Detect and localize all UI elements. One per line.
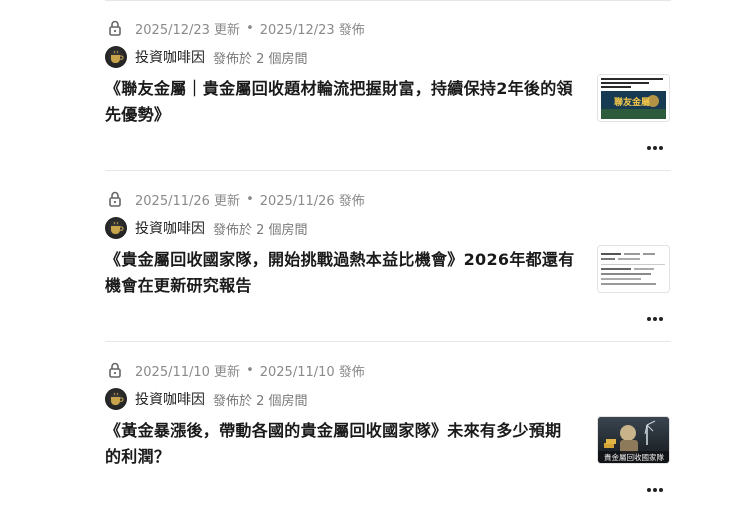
post-feed: 2025/12/23 更新 • 2025/12/23 發佈 投資咖啡因 發佈於 … [105, 0, 671, 512]
published-date: 2025/11/10 發佈 [259, 364, 365, 380]
lock-icon [109, 20, 121, 36]
author-row: 投資咖啡因 發佈於 2 個房間 [105, 217, 308, 239]
lock-icon [109, 191, 121, 207]
post-title[interactable]: 《聯友金屬｜貴金屬回收題材輪流把握財富，持續保持2年後的領先優勢》 [105, 76, 577, 128]
lock-icon [109, 362, 121, 378]
avatar[interactable] [105, 46, 127, 68]
post-thumbnail[interactable] [597, 245, 670, 293]
more-options-icon[interactable] [643, 136, 667, 160]
room-info: 發佈於 2 個房間 [213, 393, 308, 409]
meta-separator: • [246, 191, 254, 207]
author-row: 投資咖啡因 發佈於 2 個房間 [105, 388, 308, 410]
thumbnail-graphic: 貴金屬回收國家隊 [598, 417, 669, 463]
thumbnail-graphic: 聯友金屬 [598, 75, 669, 121]
post-meta: 2025/11/26 更新 • 2025/11/26 發佈 [105, 189, 365, 209]
post-thumbnail[interactable]: 聯友金屬 [597, 74, 670, 122]
updated-date: 2025/11/26 更新 [135, 193, 241, 209]
updated-date: 2025/11/10 更新 [135, 364, 241, 380]
post-card: 2025/12/23 更新 • 2025/12/23 發佈 投資咖啡因 發佈於 … [105, 0, 671, 171]
post-card: 2025/11/26 更新 • 2025/11/26 發佈 投資咖啡因 發佈於 … [105, 171, 671, 342]
author-name[interactable]: 投資咖啡因 [135, 47, 205, 67]
thumbnail-text: 貴金屬回收國家隊 [604, 452, 664, 462]
author-name[interactable]: 投資咖啡因 [135, 389, 205, 409]
coffee-logo-icon [111, 221, 124, 234]
avatar[interactable] [105, 388, 127, 410]
published-date: 2025/11/26 發佈 [259, 193, 365, 209]
more-options-icon[interactable] [643, 478, 667, 502]
meta-separator: • [246, 362, 254, 378]
thumbnail-graphic [598, 246, 669, 292]
meta-separator: • [246, 20, 254, 36]
more-options-icon[interactable] [643, 307, 667, 331]
room-info: 發佈於 2 個房間 [213, 51, 308, 67]
published-date: 2025/12/23 發佈 [259, 22, 365, 38]
author-row: 投資咖啡因 發佈於 2 個房間 [105, 46, 308, 68]
post-meta: 2025/11/10 更新 • 2025/11/10 發佈 [105, 360, 365, 380]
coffee-logo-icon [111, 50, 124, 63]
post-meta: 2025/12/23 更新 • 2025/12/23 發佈 [105, 18, 365, 38]
room-info: 發佈於 2 個房間 [213, 222, 308, 238]
author-name[interactable]: 投資咖啡因 [135, 218, 205, 238]
post-title[interactable]: 《貴金屬回收國家隊，開始挑戰過熱本益比機會》2026年都還有機會在更新研究報告 [105, 247, 577, 299]
post-title[interactable]: 《黃金暴漲後，帶動各國的貴金屬回收國家隊》未來有多少預期的利潤？ [105, 418, 577, 470]
updated-date: 2025/12/23 更新 [135, 22, 241, 38]
post-card: 2025/11/10 更新 • 2025/11/10 發佈 投資咖啡因 發佈於 … [105, 342, 671, 512]
coffee-logo-icon [111, 392, 124, 405]
post-thumbnail[interactable]: 貴金屬回收國家隊 [597, 416, 670, 464]
thumbnail-text: 聯友金屬 [614, 96, 650, 108]
avatar[interactable] [105, 217, 127, 239]
